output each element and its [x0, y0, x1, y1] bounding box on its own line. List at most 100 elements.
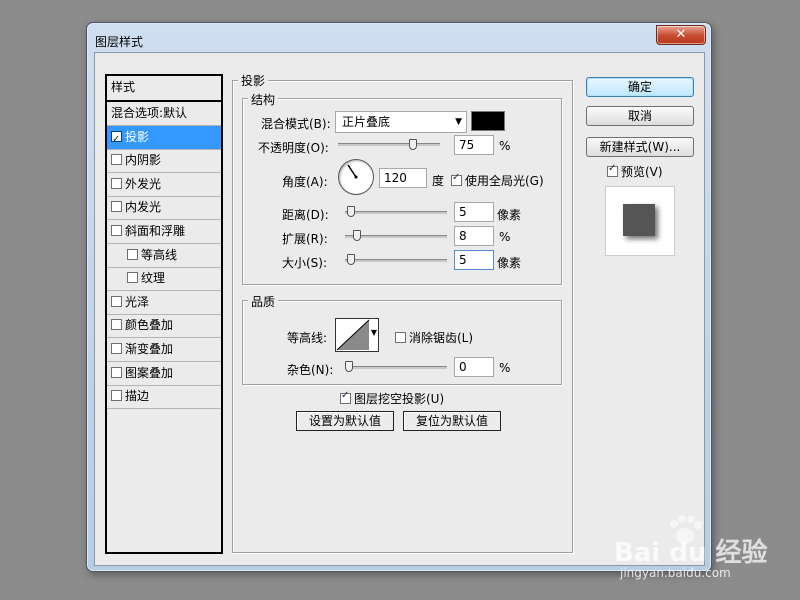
- checkbox-icon[interactable]: [111, 390, 122, 402]
- checkbox-icon[interactable]: [127, 272, 138, 284]
- contour-picker[interactable]: ▼: [335, 318, 379, 352]
- antialias-checkbox[interactable]: 消除锯齿(L): [395, 329, 473, 346]
- opacity-slider-track[interactable]: [338, 143, 440, 146]
- size-input[interactable]: 5: [454, 250, 494, 270]
- distance-input[interactable]: 5: [454, 202, 494, 222]
- distance-unit: 像素: [497, 208, 522, 222]
- new-style-button[interactable]: 新建样式(W)...: [586, 137, 694, 157]
- dialog-body: 样式 混合选项:默认投影内阴影外发光内发光斜面和浮雕等高线纹理光泽颜色叠加渐变叠…: [94, 52, 705, 566]
- style-list-item[interactable]: 等高线: [107, 244, 221, 268]
- style-list-item-label: 渐变叠加: [125, 342, 174, 356]
- checkbox-icon[interactable]: [111, 343, 122, 354]
- checkbox-icon: [395, 332, 406, 343]
- spread-slider-thumb[interactable]: [352, 230, 361, 241]
- style-list-item-label: 纹理: [141, 271, 166, 286]
- shadow-color-swatch[interactable]: [471, 111, 505, 131]
- reset-default-button[interactable]: 复位为默认值: [403, 411, 501, 431]
- style-list-header: 样式: [107, 76, 221, 102]
- style-list-item[interactable]: 内阴影: [107, 149, 221, 174]
- style-list-item-label: 混合选项:默认: [111, 106, 188, 120]
- checkbox-icon[interactable]: [111, 128, 122, 151]
- distance-slider-track[interactable]: [345, 211, 447, 214]
- opacity-unit: %: [499, 139, 511, 153]
- checkbox-icon: [451, 172, 462, 186]
- size-unit: 像素: [497, 256, 522, 270]
- preview-label: 预览(V): [621, 165, 663, 179]
- drop-shadow-title: 投影: [238, 72, 269, 89]
- blend-mode-select[interactable]: 正片叠底 ▼: [335, 111, 467, 133]
- checkbox-icon[interactable]: [111, 201, 122, 213]
- size-slider-thumb[interactable]: [346, 254, 355, 265]
- style-list-item-label: 等高线: [141, 247, 178, 262]
- preview-swatch: [605, 186, 675, 256]
- style-list-item[interactable]: 颜色叠加: [107, 314, 221, 339]
- blend-mode-value: 正片叠底: [342, 115, 391, 129]
- cancel-button[interactable]: 取消: [586, 106, 694, 126]
- angle-label: 角度(A):: [282, 175, 328, 189]
- style-list-item[interactable]: 图案叠加: [107, 362, 221, 386]
- make-default-button[interactable]: 设置为默认值: [296, 411, 394, 431]
- style-list-item-label: 投影: [125, 129, 150, 144]
- noise-label: 杂色(N):: [287, 363, 334, 377]
- angle-dial[interactable]: [338, 159, 374, 195]
- ok-button[interactable]: 确定: [586, 77, 694, 97]
- quality-title: 品质: [248, 293, 279, 310]
- angle-dial-needle-icon: [347, 164, 358, 179]
- distance-slider-thumb[interactable]: [346, 206, 355, 217]
- style-list-item[interactable]: 混合选项:默认: [107, 102, 221, 126]
- noise-unit: %: [499, 361, 511, 375]
- watermark-logo: Bai du 经验: [614, 538, 768, 568]
- style-list-item-label: 光泽: [125, 294, 150, 309]
- style-list-item-label: 斜面和浮雕: [125, 224, 186, 238]
- noise-slider-thumb[interactable]: [345, 361, 353, 372]
- checkbox-icon[interactable]: [111, 366, 122, 378]
- checkbox-icon: [607, 163, 618, 177]
- checkbox-icon[interactable]: [111, 319, 122, 331]
- opacity-label: 不透明度(O):: [258, 141, 329, 155]
- style-list-item-label: 外发光: [125, 176, 162, 191]
- checkbox-icon[interactable]: [127, 248, 138, 260]
- spread-input[interactable]: 8: [454, 226, 494, 246]
- dialog-title: 图层样式: [95, 35, 144, 49]
- preview-checkbox[interactable]: 预览(V): [607, 163, 663, 180]
- contour-label: 等高线:: [287, 331, 328, 345]
- preview-shape: [623, 204, 655, 236]
- opacity-slider-thumb[interactable]: [408, 139, 417, 150]
- style-list-item[interactable]: 外发光: [107, 173, 221, 197]
- size-slider-track[interactable]: [345, 259, 447, 262]
- style-list-item[interactable]: 内发光: [107, 196, 221, 221]
- style-list-item[interactable]: 渐变叠加: [107, 338, 221, 362]
- chevron-down-icon: ▼: [455, 117, 462, 127]
- opacity-input[interactable]: 75: [454, 135, 494, 155]
- style-list-item[interactable]: 纹理: [107, 267, 221, 292]
- layer-style-dialog: 图层样式 ✕ 样式 混合选项:默认投影内阴影外发光内发光斜面和浮雕等高线纹理光泽…: [86, 22, 712, 572]
- checkbox-icon[interactable]: [111, 177, 122, 189]
- style-list-item-label: 图案叠加: [125, 365, 174, 380]
- baidu-jingyan-watermark: Bai du 经验 jingyan.baidu.com: [612, 514, 792, 586]
- style-list: 样式 混合选项:默认投影内阴影外发光内发光斜面和浮雕等高线纹理光泽颜色叠加渐变叠…: [105, 74, 223, 554]
- watermark-url: jingyan.baidu.com: [620, 566, 731, 580]
- checkbox-icon[interactable]: [111, 154, 122, 166]
- close-button[interactable]: ✕: [656, 25, 706, 45]
- knockout-label: 图层挖空投影(U): [354, 392, 445, 406]
- checkbox-icon[interactable]: [111, 295, 122, 307]
- angle-input[interactable]: 120: [379, 168, 427, 188]
- contour-curve-icon: [336, 319, 370, 351]
- checkbox-icon[interactable]: [111, 225, 122, 236]
- style-list-item[interactable]: 描边: [107, 385, 221, 410]
- global-light-checkbox[interactable]: 使用全局光(G): [451, 172, 544, 189]
- style-list-item[interactable]: 斜面和浮雕: [107, 220, 221, 244]
- angle-unit: 度: [432, 174, 445, 188]
- style-list-item-label: 描边: [125, 389, 150, 404]
- chevron-down-icon: ▼: [370, 328, 377, 337]
- spread-label: 扩展(R):: [282, 232, 328, 246]
- antialias-label: 消除锯齿(L): [409, 331, 474, 345]
- style-list-item-label: 内发光: [125, 200, 162, 215]
- noise-slider-track[interactable]: [345, 366, 447, 369]
- blend-mode-label: 混合模式(B):: [261, 117, 331, 131]
- knockout-checkbox[interactable]: 图层挖空投影(U): [340, 390, 444, 407]
- style-list-item[interactable]: 光泽: [107, 291, 221, 315]
- style-list-item-label: 内阴影: [125, 153, 162, 168]
- style-list-item[interactable]: 投影: [107, 125, 221, 151]
- noise-input[interactable]: 0: [454, 357, 494, 377]
